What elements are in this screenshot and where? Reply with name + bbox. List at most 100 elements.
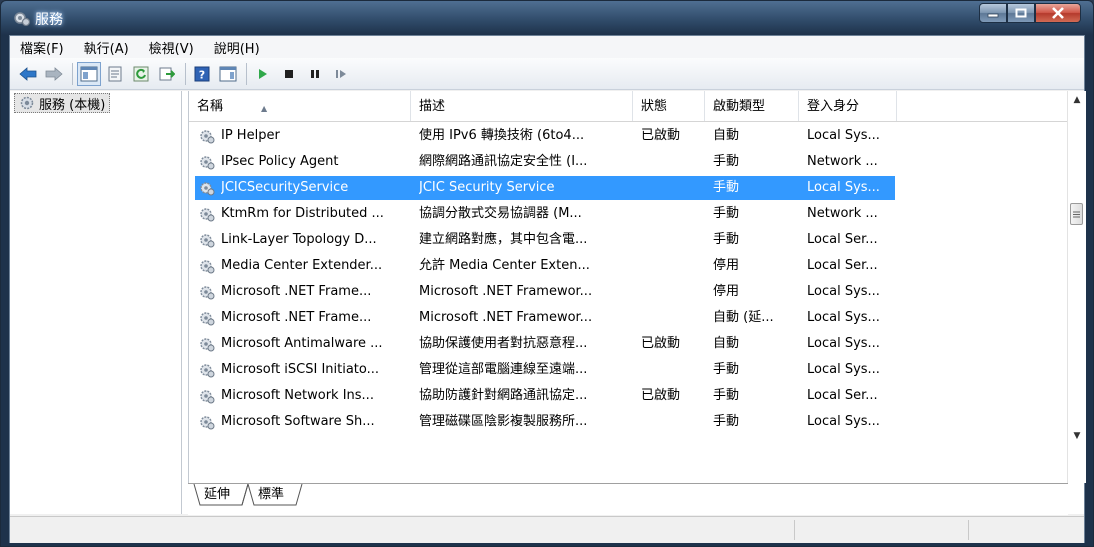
column-header-log-on-as[interactable]: 登入身分 bbox=[799, 91, 897, 121]
cell-logon: Local Sys... bbox=[807, 336, 880, 351]
cell-logon: Local Ser... bbox=[807, 258, 878, 273]
cell-startup: 停用 bbox=[713, 284, 740, 299]
vertical-scrollbar[interactable]: ▲ ▼ bbox=[1067, 91, 1086, 483]
cell-logon: Network ... bbox=[807, 154, 878, 169]
cell-logon: Local Sys... bbox=[807, 414, 880, 429]
service-gear-icon bbox=[200, 234, 215, 248]
table-row[interactable]: Media Center Extender... 允許 Media Center … bbox=[189, 253, 1069, 279]
column-header-label: 描述 bbox=[419, 99, 446, 114]
cell-startup: 自動 bbox=[713, 336, 740, 351]
column-header-description[interactable]: 描述 bbox=[411, 91, 633, 121]
tab-extended[interactable]: 延伸 bbox=[204, 484, 230, 506]
toolbar-separator bbox=[246, 62, 247, 85]
service-gear-icon bbox=[200, 260, 215, 274]
table-row[interactable]: IP Helper 使用 IPv6 轉換技術 (6to4... 已啟動 自動 Local… bbox=[189, 123, 1069, 149]
table-row[interactable]: Microsoft .NET Frame... Microsoft .NET Fr… bbox=[189, 305, 1069, 331]
maximize-button[interactable] bbox=[1007, 3, 1035, 23]
pause-service-icon bbox=[311, 69, 319, 78]
scroll-up-icon[interactable]: ▲ bbox=[1068, 91, 1086, 109]
cell-name: Microsoft Software Sh... bbox=[221, 414, 375, 429]
cell-desc: 允許 Media Center Exten... bbox=[419, 258, 590, 273]
cell-desc: 協助防護針對網路通訊協定... bbox=[419, 388, 588, 403]
export-list-button[interactable] bbox=[155, 62, 179, 86]
show-hide-action-pane-button[interactable] bbox=[216, 62, 240, 86]
start-service-button[interactable] bbox=[251, 62, 275, 86]
minimize-button[interactable] bbox=[979, 3, 1007, 23]
service-gear-icon bbox=[200, 364, 215, 378]
cell-desc: 網際網路通訊協定安全性 (I... bbox=[419, 154, 588, 169]
close-button[interactable] bbox=[1035, 3, 1081, 23]
table-row[interactable]: Microsoft .NET Frame... Microsoft .NET Fr… bbox=[189, 279, 1069, 305]
services-gear-icon bbox=[20, 96, 34, 110]
table-row[interactable]: Microsoft iSCSI Initiato... 管理從這部電腦連線至遠端.… bbox=[189, 357, 1069, 383]
table-row[interactable]: Microsoft Network Ins... 協助防護針對網路通訊協定... 已… bbox=[189, 383, 1069, 409]
cell-name: KtmRm for Distributed ... bbox=[221, 206, 384, 221]
resume-service-button[interactable] bbox=[329, 62, 353, 86]
scroll-down-icon[interactable]: ▼ bbox=[1068, 427, 1086, 445]
help-button[interactable]: ? bbox=[190, 62, 214, 86]
help-icon: ? bbox=[194, 66, 210, 81]
cell-desc: 建立網路對應，其中包含電... bbox=[419, 232, 588, 247]
scroll-thumb[interactable] bbox=[1070, 203, 1083, 225]
cell-status bbox=[641, 305, 703, 331]
cell-desc: JCIC Security Service bbox=[419, 180, 555, 195]
service-gear-icon bbox=[200, 286, 215, 300]
column-header-startup-type[interactable]: 啟動類型 bbox=[705, 91, 799, 121]
cell-name: Microsoft Antimalware ... bbox=[221, 336, 383, 351]
stop-service-button[interactable] bbox=[277, 62, 301, 86]
forward-button[interactable] bbox=[42, 62, 66, 86]
service-gear-icon bbox=[200, 416, 215, 430]
column-header-label: 登入身分 bbox=[807, 99, 860, 114]
menu-view[interactable]: 檢視(V) bbox=[139, 38, 204, 57]
column-header-status[interactable]: 狀態 bbox=[633, 91, 705, 121]
show-hide-console-tree-button[interactable] bbox=[77, 61, 101, 86]
table-row[interactable]: Link-Layer Topology D... 建立網路對應，其中包含電... 手… bbox=[189, 227, 1069, 253]
menu-help[interactable]: 說明(H) bbox=[204, 38, 270, 57]
tab-standard[interactable]: 標準 bbox=[258, 484, 284, 506]
title-bar[interactable]: 服務 bbox=[1, 1, 1093, 35]
forward-arrow-icon bbox=[45, 66, 63, 81]
cell-logon: Local Sys... bbox=[807, 180, 880, 195]
cell-startup: 手動 bbox=[713, 388, 740, 403]
cell-name: JCICSecurityService bbox=[221, 180, 349, 195]
pause-service-button[interactable] bbox=[303, 62, 327, 86]
cell-status bbox=[641, 175, 703, 201]
table-row[interactable]: IPsec Policy Agent 網際網路通訊協定安全性 (I... 手動 Net… bbox=[189, 149, 1069, 175]
table-row[interactable]: JCICSecurityService JCIC Security Service… bbox=[189, 175, 1069, 201]
service-gear-icon bbox=[200, 130, 215, 144]
status-divider bbox=[794, 520, 795, 540]
svg-text:?: ? bbox=[199, 68, 205, 81]
refresh-button[interactable] bbox=[129, 62, 153, 86]
cell-startup: 手動 bbox=[713, 154, 740, 169]
table-row[interactable]: Microsoft Antimalware ... 協助保護使用者對抗惡意程...… bbox=[189, 331, 1069, 357]
menu-file[interactable]: 檔案(F) bbox=[10, 38, 74, 57]
back-button[interactable] bbox=[16, 62, 40, 86]
cell-startup: 手動 bbox=[713, 206, 740, 221]
table-row[interactable]: KtmRm for Distributed ... 協調分散式交易協調器 (M..… bbox=[189, 201, 1069, 227]
window-title: 服務 bbox=[35, 12, 63, 28]
minimize-icon bbox=[987, 13, 999, 18]
cell-logon: Local Sys... bbox=[807, 310, 880, 325]
cell-logon: Local Ser... bbox=[807, 232, 878, 247]
menu-action[interactable]: 執行(A) bbox=[74, 38, 139, 57]
menu-bar: 檔案(F) 執行(A) 檢視(V) 說明(H) bbox=[10, 36, 1084, 58]
cell-startup: 停用 bbox=[713, 258, 740, 273]
cell-name: Media Center Extender... bbox=[221, 258, 383, 273]
services-window: 服務 檔案(F) 執行(A) 檢視(V) 說明(H) ? 服務 (本機) ▲ 名… bbox=[0, 0, 1094, 547]
status-divider bbox=[968, 520, 969, 540]
tree-node-label: 服務 (本機) bbox=[39, 97, 106, 113]
cell-status bbox=[641, 149, 703, 175]
column-header-label: 狀態 bbox=[641, 99, 668, 114]
view-tabs: 延伸 標準 bbox=[188, 483, 1068, 515]
cell-status bbox=[641, 227, 703, 253]
cell-logon: Local Ser... bbox=[807, 388, 878, 403]
services-gear-icon bbox=[14, 12, 31, 27]
table-row[interactable]: Microsoft Software Sh... 管理磁碟區陰影複製服務所... 手… bbox=[189, 409, 1069, 435]
column-header-name[interactable]: ▲ 名稱 bbox=[189, 91, 411, 121]
service-gear-icon bbox=[200, 390, 215, 404]
cell-logon: Network ... bbox=[807, 206, 878, 221]
properties-button[interactable] bbox=[103, 62, 127, 86]
cell-desc: Microsoft .NET Framewor... bbox=[419, 310, 593, 325]
tree-node-services-local[interactable]: 服務 (本機) bbox=[14, 93, 111, 113]
back-arrow-icon bbox=[19, 66, 37, 81]
